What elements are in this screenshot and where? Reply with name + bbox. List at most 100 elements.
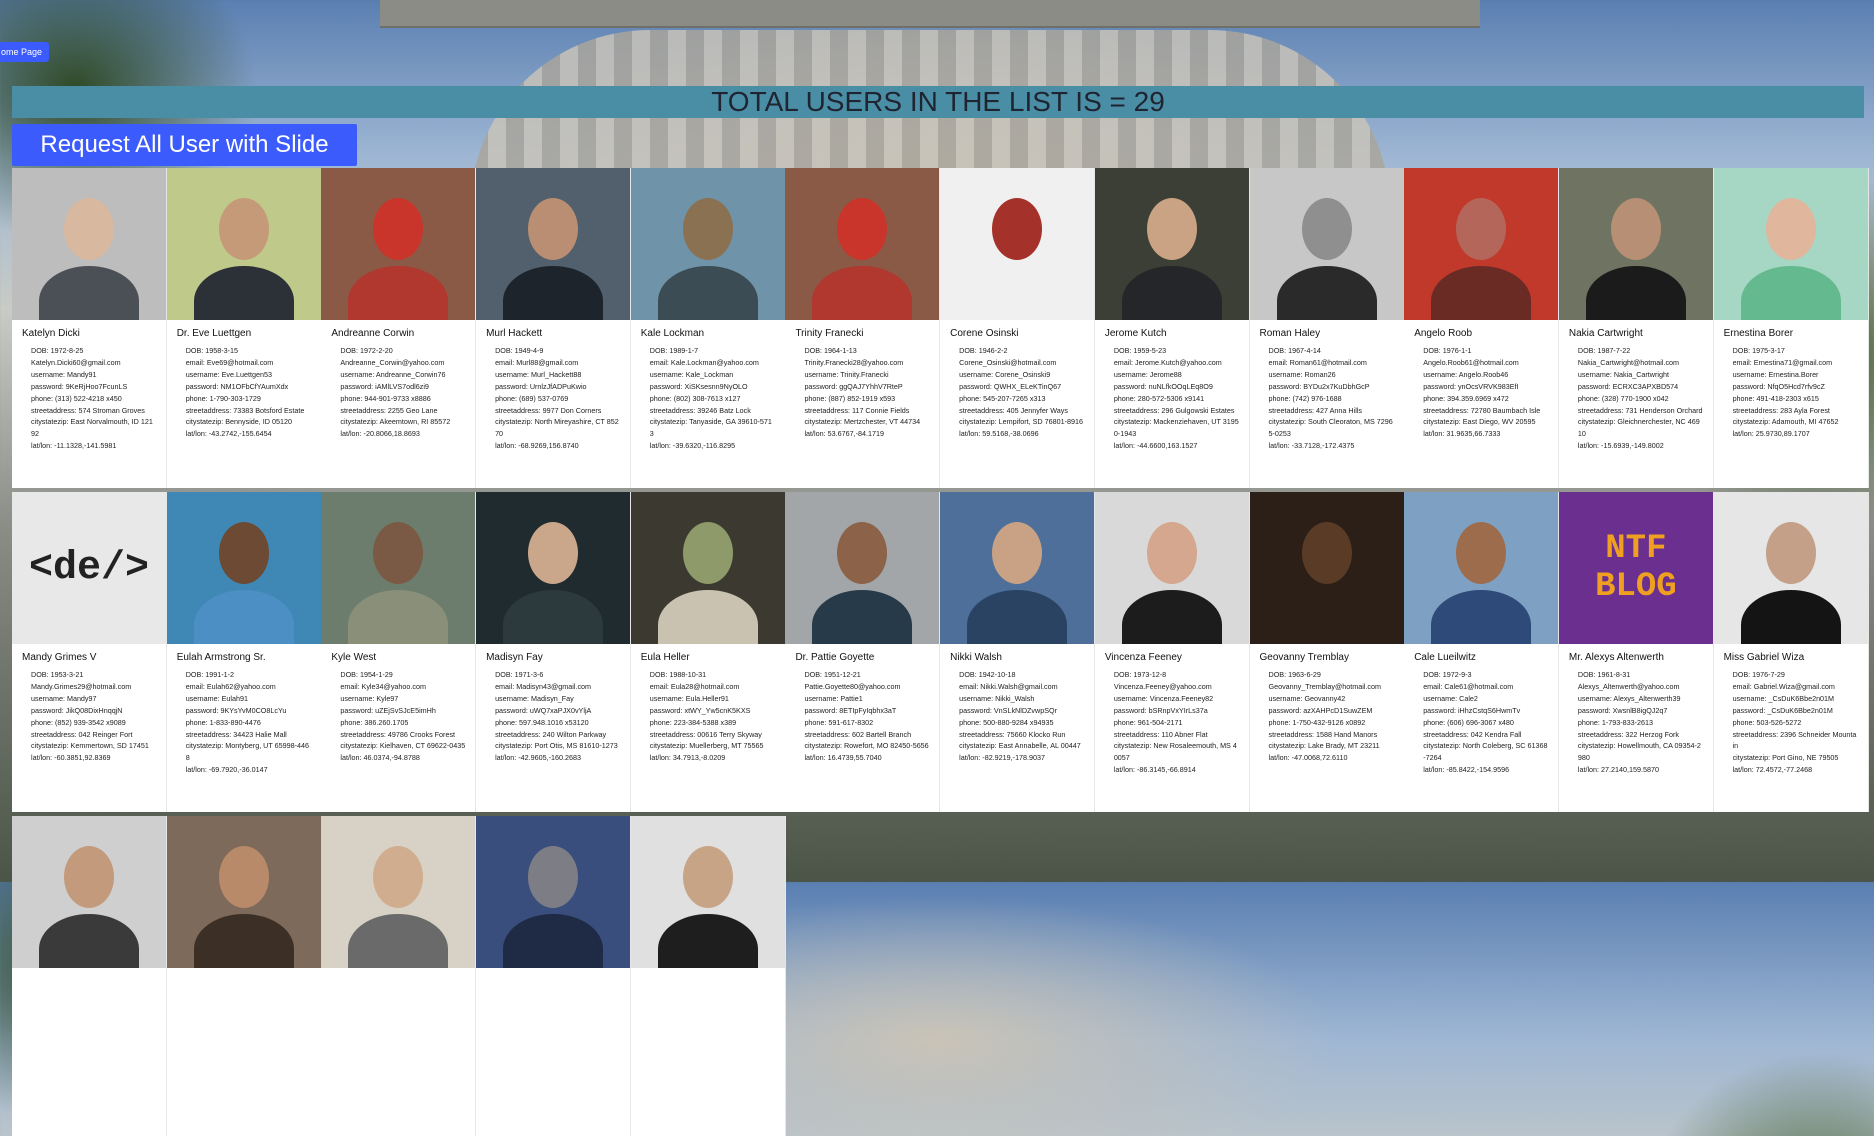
- user-phone: phone: 394.359.6969 x472: [1423, 393, 1509, 403]
- user-card: Vincenza Feeney DOB: 1973-12-8 Vincenza.Fe…: [1094, 492, 1250, 812]
- user-lat-lon: lat/lon: -60.3851,92.8369: [31, 753, 111, 763]
- avatar-body-shape: [193, 914, 294, 968]
- avatar-head-shape: [837, 198, 888, 260]
- user-avatar: [476, 492, 631, 644]
- avatar-body-shape: [39, 266, 139, 320]
- user-dob: DOB: 1958-3-15: [185, 346, 239, 355]
- user-info: [476, 968, 630, 976]
- user-username: username: Cale2: [1423, 693, 1478, 703]
- user-phone: phone: 591-617-8302: [804, 717, 874, 727]
- user-phone: phone: 1-790-303-1729: [185, 393, 261, 403]
- user-avatar: [630, 168, 785, 320]
- user-details: DOB: 1972-8-25 Katelyn.Dicki60@gmail.com u…: [22, 345, 156, 452]
- user-password: password: ggQAJ7YhhV7RteP: [804, 381, 903, 391]
- user-street-address: streetaddress: 00616 Terry Skyway: [649, 729, 762, 739]
- user-street-address: streetaddress: 39246 Batz Lock: [649, 405, 751, 415]
- user-city-state-zip: citystatezip: Muellerberg, MT 75565: [649, 741, 764, 751]
- user-street-address: streetaddress: 73383 Botsford Estate: [185, 405, 305, 415]
- user-street-address: streetaddress: 2255 Geo Lane: [340, 405, 438, 415]
- avatar-body-shape: [657, 914, 758, 968]
- user-lat-lon: lat/lon: -11.1328,-141.5981: [31, 441, 117, 451]
- user-details: DOB: 1989-1-7 email: Kale.Lockman@yahoo.c…: [641, 345, 775, 452]
- user-email: email: Eulah62@yahoo.com: [185, 681, 276, 691]
- user-password: password: 9KeRjHoo7FcunLS: [31, 381, 128, 391]
- user-card: Murl Hackett DOB: 1949-4-9 email: Murl88@g…: [476, 168, 632, 488]
- user-info: Dr. Pattie Goyette DOB: 1951-12-21 Pattie.…: [785, 644, 939, 764]
- user-lat-lon: lat/lon: 25.9730,89.1707: [1732, 429, 1810, 439]
- request-all-users-slideshow-button[interactable]: Request All User with Slide show: [12, 124, 357, 200]
- user-city-state-zip: citystatezip: Bennyside, ID 05120: [185, 417, 292, 427]
- user-avatar: [630, 492, 785, 644]
- avatar-body-shape: [1276, 590, 1377, 644]
- user-dob: DOB: 1946-2-2: [959, 346, 1008, 355]
- avatar-head-shape: [837, 522, 888, 584]
- avatar-body-shape: [967, 590, 1068, 644]
- user-info: Murl Hackett DOB: 1949-4-9 email: Murl88@g…: [476, 320, 630, 452]
- user-avatar: [1404, 168, 1559, 320]
- user-name: Eulah Armstrong Sr.: [176, 652, 266, 663]
- user-card: Trinity Franecki DOB: 1964-1-13 Trinity.Fr…: [785, 168, 941, 488]
- user-street-address: streetaddress: 042 Kendra Fall: [1423, 729, 1522, 739]
- user-dob: DOB: 1972-8-25: [31, 346, 84, 355]
- user-details: DOB: 1972-9-3 email: Cale61@hotmail.com us…: [1414, 669, 1548, 776]
- user-card: Corene Osinski DOB: 1946-2-2 Corene_Osinsk…: [940, 168, 1096, 488]
- user-name: Vincenza Feeney: [1104, 652, 1182, 663]
- user-city-state-zip: citystatezip: East Diego, WV 20595: [1423, 417, 1536, 427]
- user-password: password: xtWY_Yw5cnK5KXS: [649, 705, 751, 715]
- user-dob: DOB: 1976-1-1: [1423, 346, 1472, 355]
- avatar-head-shape: [1456, 198, 1507, 260]
- user-city-state-zip: citystatezip: New Rosaleemouth, MS 40057: [1113, 741, 1237, 763]
- user-password: password: NfqO5Hcd7rfv9cZ: [1732, 381, 1825, 391]
- user-city-state-zip: citystatezip: Kielhaven, CT 69622-0435: [340, 741, 466, 751]
- user-dob: DOB: 1976-7-29: [1732, 670, 1785, 679]
- user-avatar: [166, 816, 321, 968]
- user-city-state-zip: citystatezip: Tanyaside, GA 39610-5713: [649, 417, 772, 439]
- avatar-head-shape: [64, 846, 114, 908]
- user-city-state-zip: citystatezip: Kemmertown, SD 17451: [31, 741, 149, 751]
- user-card: [321, 816, 477, 1136]
- user-info: Eulah Armstrong Sr. DOB: 1991-1-2 email: E…: [167, 644, 321, 776]
- user-details: DOB: 1961-8-31 Alexys_Altenwerth@yahoo.co…: [1569, 669, 1703, 776]
- avatar-head-shape: [528, 198, 579, 260]
- user-city-state-zip: citystatezip: Montyberg, UT 65998-4468: [185, 741, 310, 763]
- total-users-banner: TOTAL USERS IN THE LIST IS = 29: [12, 86, 1864, 118]
- avatar-head-shape: [1146, 522, 1197, 584]
- user-username: username: Nakia_Cartwright: [1577, 369, 1669, 379]
- user-password: password: VnSLkNlDZvwpSQr: [959, 705, 1057, 715]
- user-email: email: Roman61@hotmail.com: [1268, 357, 1367, 367]
- user-phone: phone: (689) 537-0769: [495, 393, 569, 403]
- avatar-head-shape: [1456, 522, 1507, 584]
- user-details: DOB: 1951-12-21 Pattie.Goyette80@yahoo.co…: [795, 669, 929, 764]
- user-details: DOB: 1963-6-29 Geovanny_Tremblay@hotmail.…: [1260, 669, 1394, 764]
- user-password: password: UrnlzJfADPuKwio: [495, 381, 587, 391]
- user-city-state-zip: citystatezip: Port Otis, MS 81610-1273: [495, 741, 618, 751]
- user-name: Eula Heller: [640, 652, 690, 663]
- user-info: Corene Osinski DOB: 1946-2-2 Corene_Osinsk…: [940, 320, 1094, 440]
- user-email: email: Kyle34@yahoo.com: [340, 681, 426, 691]
- user-name: Mr. Alexys Altenwerth: [1568, 652, 1664, 663]
- home-page-button[interactable]: ome Page: [0, 42, 50, 62]
- user-phone: phone: 491-418-2303 x615: [1732, 393, 1819, 403]
- user-phone: phone: 944-901-9733 x8886: [340, 393, 431, 403]
- user-avatar: [1713, 492, 1868, 644]
- user-street-address: streetaddress: 34423 Halie Mall: [185, 729, 287, 739]
- user-email: email: Eula28@hotmail.com: [649, 681, 740, 691]
- user-card: [166, 816, 322, 1136]
- user-card: Dr. Eve Luettgen DOB: 1958-3-15 email: Eve…: [166, 168, 322, 488]
- user-name: Cale Lueilwitz: [1414, 652, 1476, 663]
- avatar-head-shape: [373, 198, 424, 260]
- user-details: DOB: 1976-7-29 email: Gabriel.Wiza@gmail.…: [1724, 669, 1858, 776]
- user-details: DOB: 1949-4-9 email: Murl88@gmail.com user…: [486, 345, 620, 452]
- user-card: NTF BLOG Mr. Alexys Altenwerth DOB: 1961-8…: [1558, 492, 1714, 812]
- user-details: DOB: 1959-5-23 email: Jerome.Kutch@yahoo.…: [1105, 345, 1239, 452]
- avatar-head-shape: [1765, 522, 1816, 584]
- avatar-head-shape: [373, 846, 424, 908]
- user-avatar: [166, 492, 321, 644]
- user-city-state-zip: citystatezip: Lake Brady, MT 23211: [1268, 741, 1380, 751]
- user-info: Ernestina Borer DOB: 1975-3-17 email: Erne…: [1714, 320, 1868, 440]
- user-username: username: _CsDuK6Bbe2n01M: [1732, 693, 1835, 703]
- avatar-body-shape: [812, 590, 913, 644]
- user-name: Roman Haley: [1259, 328, 1321, 339]
- user-details: DOB: 1946-2-2 Corene_Osinski@hotmail.com u…: [950, 345, 1084, 440]
- avatar-head-shape: [992, 198, 1043, 260]
